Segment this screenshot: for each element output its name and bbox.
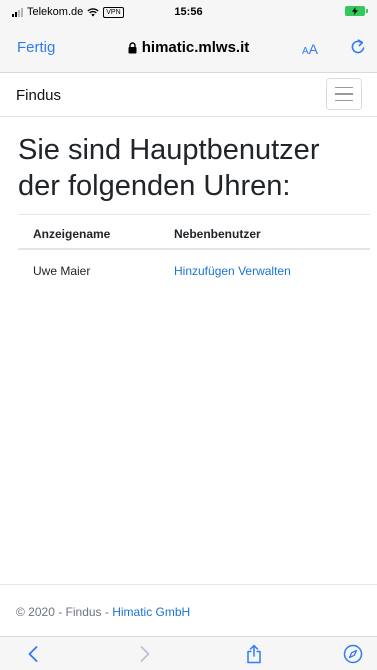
- site-footer: © 2020 - Findus - Himatic GmbH: [0, 584, 377, 634]
- hamburger-icon-bar: [335, 99, 353, 102]
- status-time: 15:56: [174, 6, 203, 18]
- browser-address-bar: Fertig himatic.mlws.it AA: [0, 24, 377, 72]
- share-icon[interactable]: [243, 643, 265, 665]
- lock-icon: [128, 41, 137, 53]
- reload-icon[interactable]: [349, 38, 367, 56]
- manage-secondary-users-link[interactable]: Verwalten: [238, 264, 291, 278]
- column-header-secondary-users: Nebenbenutzer: [174, 227, 261, 241]
- browser-bottom-toolbar: [0, 636, 377, 670]
- footer-copyright: © 2020 - Findus - Himatic GmbH: [16, 605, 190, 619]
- status-bar: Telekom.de VPN 15:56: [0, 0, 377, 24]
- watch-display-name: Uwe Maier: [33, 264, 91, 278]
- company-link[interactable]: Himatic GmbH: [112, 605, 190, 619]
- url-display: himatic.mlws.it: [0, 39, 377, 58]
- browser-top-chrome: Telekom.de VPN 15:56 Fertig himatic.mlws…: [0, 0, 377, 73]
- navbar-brand[interactable]: Findus: [16, 87, 61, 104]
- url-text: himatic.mlws.it: [141, 39, 250, 56]
- watches-table: Anzeigename Nebenbenutzer Uwe Maier Hinz…: [18, 214, 370, 290]
- done-button[interactable]: Fertig: [17, 39, 55, 56]
- column-header-display-name: Anzeigename: [33, 227, 111, 241]
- text-size-large-glyph: A: [308, 41, 319, 57]
- page-title: Sie sind Hauptbenutzer der folgenden Uhr…: [18, 134, 320, 202]
- hamburger-icon-bar: [335, 86, 353, 89]
- footer-prefix: © 2020 - Findus -: [16, 605, 113, 619]
- hamburger-icon-bar: [335, 93, 353, 95]
- secondary-user-actions: Hinzufügen Verwalten: [174, 264, 291, 278]
- text-size-button[interactable]: AA: [302, 41, 318, 57]
- battery-charging-icon: [345, 6, 368, 16]
- table-header: Anzeigename Nebenbenutzer: [18, 214, 370, 250]
- add-secondary-user-link[interactable]: Hinzufügen: [174, 264, 235, 278]
- menu-toggle-button[interactable]: [326, 78, 362, 110]
- compass-icon[interactable]: [342, 643, 364, 665]
- site-navbar: Findus: [0, 73, 377, 117]
- text-size-small-glyph: A: [302, 46, 309, 57]
- url-field[interactable]: himatic.mlws.it: [128, 39, 250, 56]
- table-row: Uwe Maier Hinzufügen Verwalten: [18, 250, 370, 290]
- back-icon[interactable]: [22, 643, 44, 665]
- forward-icon[interactable]: [134, 643, 156, 665]
